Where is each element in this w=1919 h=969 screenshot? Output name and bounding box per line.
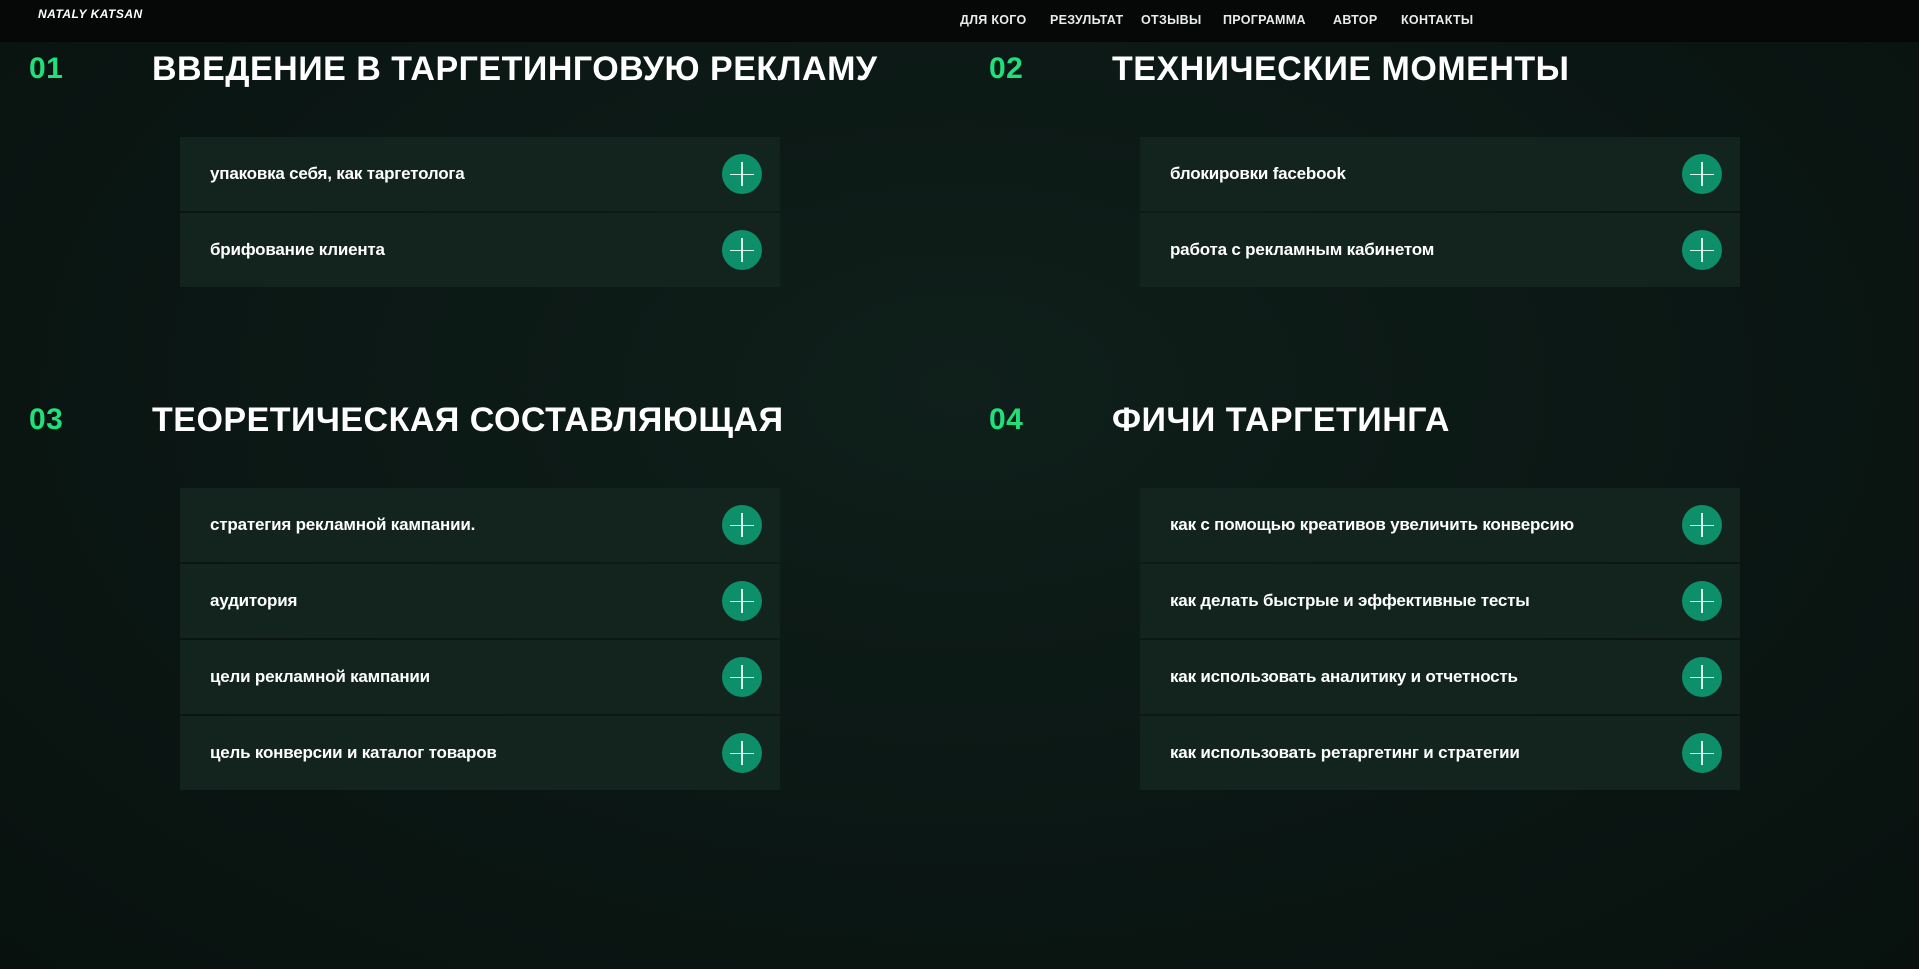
plus-icon[interactable] <box>722 505 762 545</box>
plus-icon[interactable] <box>1682 505 1722 545</box>
accordion-item[interactable]: брифование клиента <box>180 213 780 287</box>
accordion-item[interactable]: работа с рекламным кабинетом <box>1140 213 1740 287</box>
accordion-item[interactable]: блокировки facebook <box>1140 137 1740 211</box>
plus-icon[interactable] <box>1682 657 1722 697</box>
plus-icon[interactable] <box>722 733 762 773</box>
section-title: ТЕОРЕТИЧЕСКАЯ СОСТАВЛЯЮЩАЯ <box>152 401 784 439</box>
section-title: ФИЧИ ТАРГЕТИНГА <box>1112 401 1450 439</box>
accordion-item[interactable]: как использовать ретаргетинг и стратегии <box>1140 716 1740 790</box>
accordion-item[interactable]: цели рекламной кампании <box>180 640 780 714</box>
accordion-item[interactable]: как делать быстрые и эффективные тесты <box>1140 564 1740 638</box>
top-navigation-bar: NATALY KATSAN ДЛЯ КОГО РЕЗУЛЬТАТ ОТЗЫВЫ … <box>0 0 1919 42</box>
nav-result[interactable]: РЕЗУЛЬТАТ <box>1050 13 1123 27</box>
plus-icon[interactable] <box>722 581 762 621</box>
accordion-item[interactable]: аудитория <box>180 564 780 638</box>
nav-author[interactable]: АВТОР <box>1333 13 1377 27</box>
accordion-item-label: цель конверсии и каталог товаров <box>210 743 497 762</box>
accordion-item-label: стратегия рекламной кампании. <box>210 515 476 534</box>
nav-contacts[interactable]: КОНТАКТЫ <box>1401 13 1473 27</box>
plus-icon[interactable] <box>722 230 762 270</box>
plus-icon[interactable] <box>1682 230 1722 270</box>
nav-for-whom[interactable]: ДЛЯ КОГО <box>960 13 1027 27</box>
accordion-item[interactable]: как с помощью креативов увеличить конвер… <box>1140 488 1740 562</box>
plus-icon[interactable] <box>1682 581 1722 621</box>
section-items: блокировки facebook работа с рекламным к… <box>1140 137 1740 289</box>
accordion-item-label: блокировки facebook <box>1170 164 1346 183</box>
plus-icon[interactable] <box>722 657 762 697</box>
section-items: упаковка себя, как таргетолога брифовани… <box>180 137 780 289</box>
accordion-item-label: как с помощью креативов увеличить конвер… <box>1170 515 1574 534</box>
section-items: стратегия рекламной кампании. аудитория … <box>180 488 780 792</box>
accordion-item-label: как делать быстрые и эффективные тесты <box>1170 591 1530 610</box>
section-title: ВВЕДЕНИЕ В ТАРГЕТИНГОВУЮ РЕКЛАМУ <box>152 50 878 88</box>
accordion-item-label: упаковка себя, как таргетолога <box>210 164 465 183</box>
plus-icon[interactable] <box>1682 733 1722 773</box>
section-number: 02 <box>989 52 1024 85</box>
accordion-item[interactable]: упаковка себя, как таргетолога <box>180 137 780 211</box>
nav-reviews[interactable]: ОТЗЫВЫ <box>1141 13 1202 27</box>
plus-icon[interactable] <box>722 154 762 194</box>
section-items: как с помощью креативов увеличить конвер… <box>1140 488 1740 792</box>
section-number: 01 <box>29 52 64 85</box>
accordion-item-label: как использовать ретаргетинг и стратегии <box>1170 743 1520 762</box>
section-title: ТЕХНИЧЕСКИЕ МОМЕНТЫ <box>1112 50 1570 88</box>
plus-icon[interactable] <box>1682 154 1722 194</box>
accordion-item-label: цели рекламной кампании <box>210 667 430 686</box>
accordion-item[interactable]: цель конверсии и каталог товаров <box>180 716 780 790</box>
accordion-item[interactable]: как использовать аналитику и отчетность <box>1140 640 1740 714</box>
accordion-item-label: как использовать аналитику и отчетность <box>1170 667 1518 686</box>
accordion-item-label: работа с рекламным кабинетом <box>1170 240 1435 259</box>
section-number: 03 <box>29 403 64 436</box>
accordion-item[interactable]: стратегия рекламной кампании. <box>180 488 780 562</box>
accordion-item-label: брифование клиента <box>210 240 385 259</box>
main-nav: ДЛЯ КОГО РЕЗУЛЬТАТ ОТЗЫВЫ ПРОГРАММА АВТО… <box>0 13 1919 29</box>
accordion-item-label: аудитория <box>210 591 298 610</box>
section-number: 04 <box>989 403 1024 436</box>
nav-program[interactable]: ПРОГРАММА <box>1223 13 1306 27</box>
